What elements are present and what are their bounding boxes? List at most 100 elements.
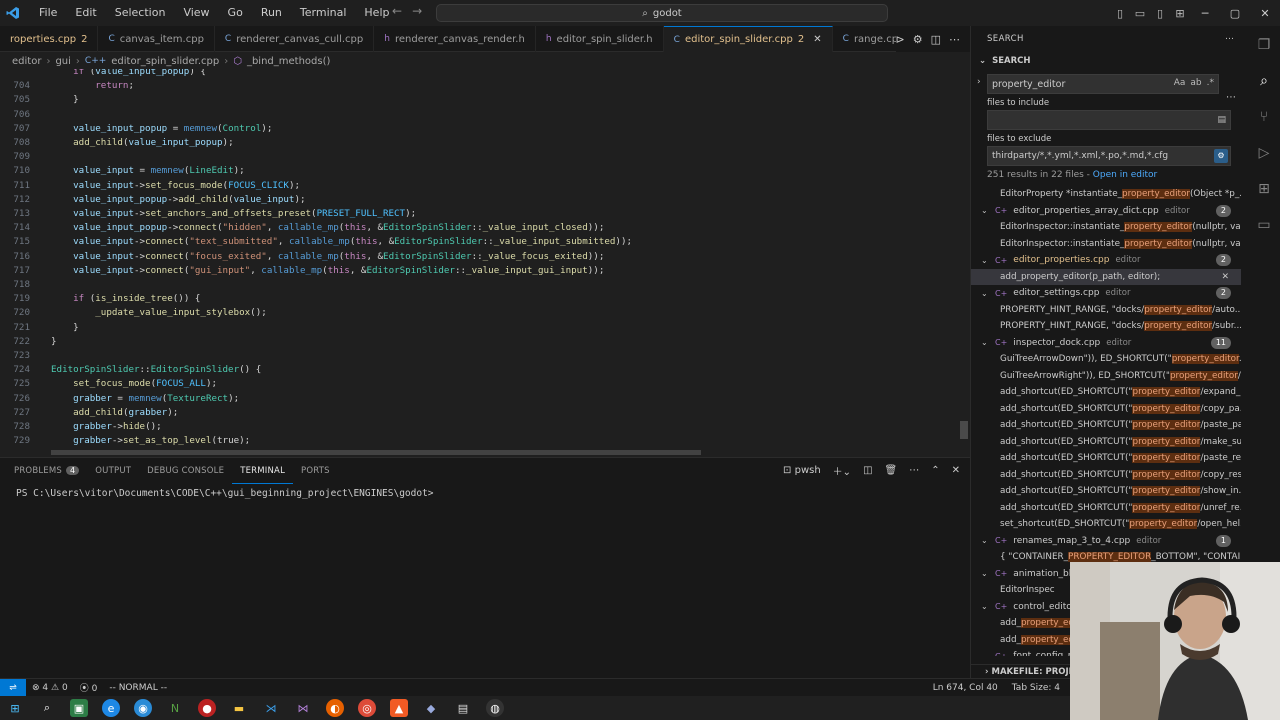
result-file[interactable]: ⌄ C+ editor_properties.cpp editor 2 (971, 252, 1249, 269)
match-whole-word-icon[interactable]: ab (1190, 78, 1201, 88)
editor-tab[interactable]: Ceditor_spin_slider.cpp 2 ✕ (663, 26, 833, 52)
code-line[interactable]: 715 value_input->connect("text_submitted… (0, 235, 955, 249)
more-actions-icon[interactable]: ⋯ (1225, 34, 1234, 44)
search-icon[interactable]: ⌕ (38, 699, 56, 717)
result-match[interactable]: EditorInspector::instantiate_property_ed… (971, 236, 1241, 253)
vscode-icon[interactable]: ⋊ (262, 699, 280, 717)
code-line[interactable]: 726 grabber = memnew(TextureRect); (0, 392, 955, 406)
breadcrumb-item[interactable]: editor (12, 56, 41, 67)
code-line[interactable]: 714 value_input_popup->connect("hidden",… (0, 221, 955, 235)
search-input[interactable]: property_editor Aa ab .* (987, 74, 1219, 94)
windows-start-icon[interactable]: ⊞ (6, 699, 24, 717)
browser-icon[interactable]: ◉ (134, 699, 152, 717)
code-line[interactable]: 709 (0, 150, 955, 164)
book-icon[interactable]: ▤ (1217, 111, 1226, 129)
panel-tab-debug-console[interactable]: DEBUG CONSOLE (139, 458, 232, 484)
use-regex-icon[interactable]: .* (1207, 78, 1214, 88)
code-line[interactable]: 721 } (0, 321, 955, 335)
result-file[interactable]: ⌄ C+ renames_map_3_to_4.cpp editor 1 (971, 533, 1249, 550)
extensions-icon[interactable]: ⊞ (1253, 178, 1275, 200)
vertical-scrollbar[interactable] (956, 69, 970, 457)
split-terminal-icon[interactable]: ◫ (863, 465, 872, 476)
command-center[interactable]: ⌕ godot (436, 4, 888, 22)
problems-status[interactable]: ⊗ 4 ⚠ 0 (26, 683, 74, 693)
result-match[interactable]: add_shortcut(ED_SHORTCUT("property_edito… (971, 450, 1241, 467)
code-line[interactable]: 724 EditorSpinSlider::EditorSpinSlider() … (0, 363, 955, 377)
edge-icon[interactable]: e (102, 699, 120, 717)
breadcrumb-item[interactable]: gui (55, 56, 70, 67)
code-line[interactable]: 728 grabber->hide(); (0, 420, 955, 434)
code-line[interactable]: 716 value_input->connect("focus_exited",… (0, 250, 955, 264)
editor-tab[interactable]: h editor_spin_slider.h (536, 26, 664, 52)
code-line[interactable]: 718 (0, 278, 955, 292)
code-line[interactable]: 725 set_focus_mode(FOCUS_ALL); (0, 377, 955, 391)
open-in-editor-link[interactable]: Open in editor (1093, 170, 1157, 180)
notepad-icon[interactable]: ▤ (454, 699, 472, 717)
result-match[interactable]: set_shortcut(ED_SHORTCUT("property_edito… (971, 516, 1241, 533)
result-match[interactable]: add_shortcut(ED_SHORTCUT("property_edito… (971, 384, 1241, 401)
code-line[interactable]: 707 value_input_popup = memnew(Control); (0, 122, 955, 136)
close-window-icon[interactable]: ✕ (1250, 7, 1280, 20)
brave-icon[interactable]: ▲ (390, 699, 408, 717)
minimize-icon[interactable]: ─ (1190, 7, 1220, 20)
menu-selection[interactable]: Selection (106, 0, 175, 26)
result-match[interactable]: PROPERTY_HINT_RANGE, "docks/property_edi… (971, 318, 1241, 335)
result-match[interactable]: EditorInspector::instantiate_property_ed… (971, 219, 1241, 236)
result-file[interactable]: ⌄ C+ editor_properties_array_dict.cpp edito… (971, 203, 1249, 220)
result-match[interactable]: add_shortcut(ED_SHORTCUT("property_edito… (971, 434, 1241, 451)
firefox-icon[interactable]: ◐ (326, 699, 344, 717)
app-icon[interactable]: ◆ (422, 699, 440, 717)
terminal-shell-label[interactable]: ⊡ pwsh (783, 465, 821, 476)
settings-gear-icon[interactable]: ⚙ (913, 33, 923, 46)
maximize-icon[interactable]: ▢ (1220, 7, 1250, 20)
menu-edit[interactable]: Edit (66, 0, 105, 26)
panel-tab-problems[interactable]: PROBLEMS 4 (6, 458, 87, 484)
code-line[interactable]: 712 value_input_popup->add_child(value_i… (0, 193, 955, 207)
forward-arrow-icon[interactable]: → (412, 4, 422, 18)
result-match[interactable]: add_property_editor(p_path, editor); ✕ (971, 268, 1241, 286)
explorer-icon[interactable]: ❐ (1253, 34, 1275, 56)
search-section-header[interactable]: ⌄ SEARCH (971, 52, 1248, 70)
code-line[interactable]: 719 if (is_inside_tree()) { (0, 292, 955, 306)
result-match[interactable]: GuiTreeArrowDown")), ED_SHORTCUT("proper… (971, 351, 1241, 368)
run-debug-icon[interactable]: ⊳ (896, 33, 905, 46)
split-editor-icon[interactable]: ◫ (931, 33, 941, 46)
terminal-output[interactable]: PS C:\Users\vitor\Documents\CODE\C++\gui… (16, 488, 434, 499)
code-line[interactable]: 705 } (0, 93, 955, 107)
result-file[interactable]: ⌄ C+ editor_settings.cpp editor 2 (971, 285, 1249, 302)
result-match[interactable]: add_shortcut(ED_SHORTCUT("property_edito… (971, 467, 1241, 484)
menu-go[interactable]: Go (219, 0, 252, 26)
neovim-icon[interactable]: N (166, 699, 184, 717)
obs-icon[interactable]: ◍ (486, 699, 504, 717)
visual-studio-icon[interactable]: ⋈ (294, 699, 312, 717)
code-line[interactable]: 722} (0, 335, 955, 349)
code-line[interactable]: 704 return; (0, 79, 955, 93)
toggle-primary-sidebar-icon[interactable]: ▯ (1110, 7, 1130, 20)
toggle-replace-icon[interactable]: › (977, 77, 981, 87)
result-match[interactable]: add_shortcut(ED_SHORTCUT("property_edito… (971, 401, 1241, 418)
menu-view[interactable]: View (174, 0, 218, 26)
result-match[interactable]: add_shortcut(ED_SHORTCUT("property_edito… (971, 500, 1241, 517)
remote-explorer-icon[interactable]: ▭ (1253, 214, 1275, 236)
result-match[interactable]: add_shortcut(ED_SHORTCUT("property_edito… (971, 417, 1241, 434)
code-line[interactable]: 708 add_child(value_input_popup); (0, 136, 955, 150)
run-debug-icon[interactable]: ▷ (1253, 142, 1275, 164)
toggle-search-details-icon[interactable]: ⋯ (1226, 92, 1236, 103)
files-to-include-input[interactable]: ▤ (987, 110, 1231, 130)
breadcrumb-item[interactable]: _bind_methods() (247, 56, 330, 67)
code-line[interactable]: 711 value_input->set_focus_mode(FOCUS_CL… (0, 179, 955, 193)
editor-tab[interactable]: h renderer_canvas_render.h (374, 26, 536, 52)
menu-file[interactable]: File (30, 0, 66, 26)
result-match[interactable]: GuiTreeArrowRight")), ED_SHORTCUT("prope… (971, 368, 1241, 385)
kill-terminal-icon[interactable]: 🗑 (885, 465, 898, 476)
code-line[interactable]: 713 value_input->set_anchors_and_offsets… (0, 207, 955, 221)
panel-tab-ports[interactable]: PORTS (293, 458, 338, 484)
code-line[interactable]: 720 _update_value_input_stylebox(); (0, 306, 955, 320)
close-panel-icon[interactable]: ✕ (952, 465, 960, 476)
menu-run[interactable]: Run (252, 0, 291, 26)
panel-tab-output[interactable]: OUTPUT (87, 458, 139, 484)
result-match[interactable]: PROPERTY_HINT_RANGE, "docks/property_edi… (971, 302, 1241, 319)
chrome-icon[interactable]: ◎ (358, 699, 376, 717)
dismiss-result-icon[interactable]: ✕ (1222, 269, 1229, 286)
code-line[interactable]: 717 value_input->connect("gui_input", ca… (0, 264, 955, 278)
